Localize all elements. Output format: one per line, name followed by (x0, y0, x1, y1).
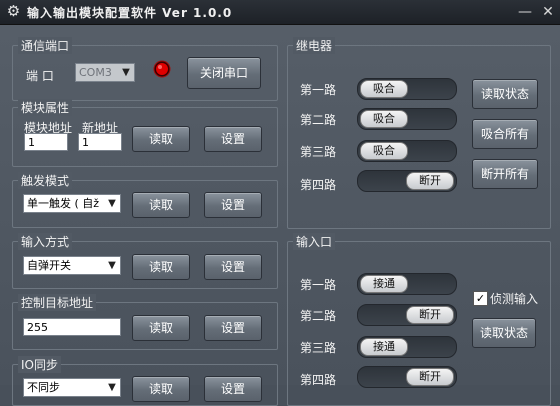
relay-ch1-toggle[interactable]: 吸合 (357, 78, 457, 100)
input-ch3-label: 第三路 (300, 341, 337, 355)
input-ch4-label: 第四路 (300, 373, 337, 387)
io-sync-select[interactable]: 不同步 ▼ (23, 378, 121, 397)
port-select-value: COM3 (79, 66, 112, 79)
relay-ch3-state: 吸合 (360, 142, 408, 160)
window-title: 输入输出模块配置软件 Ver 1.0.0 (27, 6, 233, 20)
relay-ch2-label: 第二路 (300, 113, 337, 127)
relay-ch2-toggle[interactable]: 吸合 (357, 108, 457, 130)
relay-ch3-toggle[interactable]: 吸合 (357, 140, 457, 162)
relay-ch1-label: 第一路 (300, 83, 337, 97)
module-addr-input[interactable]: 1 (24, 133, 68, 151)
input-ch1-state: 接通 (360, 275, 408, 293)
input-mode-set-button[interactable]: 设置 (204, 254, 262, 280)
trigger-set-button[interactable]: 设置 (204, 192, 262, 218)
input-mode-value: 自弹开关 (27, 259, 71, 272)
relay-open-all-button[interactable]: 断开所有 (472, 159, 538, 189)
input-ch2-state: 断开 (406, 306, 454, 324)
input-mode-group-label: 输入方式 (18, 233, 73, 250)
title-bar: ⚙ 输入输出模块配置软件 Ver 1.0.0 — ✕ (0, 0, 560, 25)
new-addr-input[interactable]: 1 (78, 133, 122, 151)
target-set-button[interactable]: 设置 (204, 315, 262, 341)
relay-ch3-label: 第三路 (300, 145, 337, 159)
input-ch3-state: 接通 (360, 338, 408, 356)
relay-ch4-label: 第四路 (300, 178, 337, 192)
io-sync-value: 不同步 (27, 381, 60, 394)
detect-input-label: 侦测输入 (490, 292, 539, 306)
input-ch4-state: 断开 (406, 368, 454, 386)
relay-group-label: 继电器 (293, 37, 336, 54)
module-read-button[interactable]: 读取 (132, 126, 190, 152)
input-ch3-indicator: 接通 (357, 336, 457, 358)
input-mode-read-button[interactable]: 读取 (132, 254, 190, 280)
main-panel: 通信端口 端 口 COM3 ▼ 关闭串口 模块属性 模块地址 新地址 1 1 读… (0, 25, 560, 406)
relay-ch1-state: 吸合 (360, 80, 408, 98)
input-ch1-indicator: 接通 (357, 273, 457, 295)
io-sync-read-button[interactable]: 读取 (132, 376, 190, 402)
input-ch2-indicator: 断开 (357, 304, 457, 326)
chevron-down-icon: ▼ (108, 382, 116, 393)
module-set-button[interactable]: 设置 (204, 126, 262, 152)
trigger-mode-group-label: 触发模式 (18, 172, 73, 189)
comm-port-group-label: 通信端口 (18, 37, 73, 54)
trigger-read-button[interactable]: 读取 (132, 192, 190, 218)
relay-ch4-toggle[interactable]: 断开 (357, 170, 457, 192)
port-select[interactable]: COM3 ▼ (75, 63, 135, 82)
chevron-down-icon: ▼ (108, 260, 116, 271)
trigger-mode-value: 单一触发 ( 自ž (27, 197, 100, 210)
input-port-group-label: 输入口 (293, 233, 336, 250)
target-addr-group-label: 控制目标地址 (18, 294, 97, 311)
relay-ch2-state: 吸合 (360, 110, 408, 128)
module-props-group-label: 模块属性 (18, 99, 73, 116)
trigger-mode-select[interactable]: 单一触发 ( 自ž ▼ (23, 194, 121, 213)
target-addr-input[interactable]: 255 (23, 318, 121, 336)
io-sync-group-label: IO同步 (18, 356, 61, 373)
close-port-button[interactable]: 关闭串口 (187, 57, 261, 89)
input-ch2-label: 第二路 (300, 309, 337, 323)
chevron-down-icon: ▼ (108, 198, 116, 209)
relay-ch4-state: 断开 (406, 172, 454, 190)
port-label: 端 口 (26, 69, 54, 83)
close-button[interactable]: ✕ (540, 4, 556, 20)
detect-input-checkbox[interactable]: ✓ (473, 291, 488, 306)
chevron-down-icon: ▼ (122, 67, 130, 78)
gear-icon: ⚙ (6, 2, 21, 20)
relay-close-all-button[interactable]: 吸合所有 (472, 119, 538, 149)
relay-read-status-button[interactable]: 读取状态 (472, 79, 538, 109)
input-mode-select[interactable]: 自弹开关 ▼ (23, 256, 121, 275)
minimize-button[interactable]: — (517, 4, 533, 20)
io-sync-set-button[interactable]: 设置 (204, 376, 262, 402)
input-ch1-label: 第一路 (300, 278, 337, 292)
target-read-button[interactable]: 读取 (132, 315, 190, 341)
connection-status-led-icon (153, 60, 171, 78)
input-read-status-button[interactable]: 读取状态 (472, 318, 536, 348)
